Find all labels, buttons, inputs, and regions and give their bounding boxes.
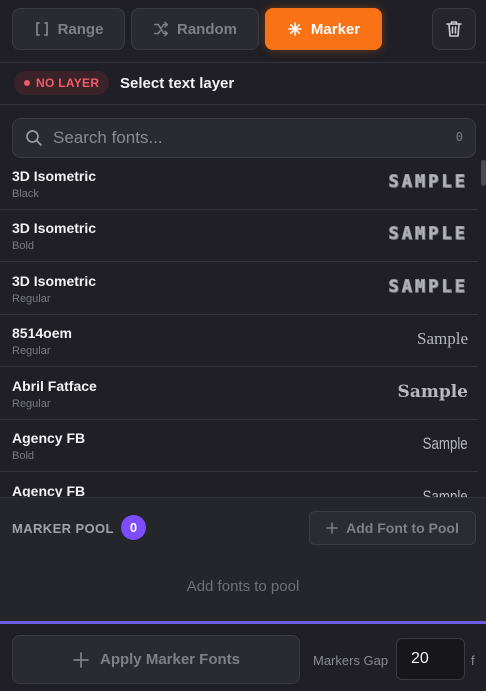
font-sample: SAMPLE <box>388 277 468 298</box>
font-name: Agency FB <box>12 483 86 497</box>
sparkle-icon <box>287 21 303 37</box>
range-mode-label: Range <box>57 20 104 38</box>
font-list-item[interactable]: 8514oem Regular Sample <box>0 315 478 367</box>
font-sample: Sample <box>423 487 468 497</box>
font-name: Agency FB <box>12 430 86 446</box>
font-name: 3D Isometric <box>12 168 97 184</box>
plus-icon <box>326 522 338 534</box>
random-mode-label: Random <box>177 20 237 38</box>
marker-pool-title: MARKER POOL <box>12 521 114 536</box>
random-mode-button[interactable]: Random <box>131 8 259 50</box>
font-list-item[interactable]: Agency FB Bold Sample <box>0 420 478 472</box>
font-style: Regular <box>12 293 51 305</box>
layer-divider <box>0 104 486 105</box>
scrollbar-thumb[interactable] <box>481 160 486 186</box>
font-sample: Sample <box>397 382 468 402</box>
search-icon <box>25 129 43 147</box>
font-search-box: 0 <box>12 118 476 158</box>
range-mode-button[interactable]: Range <box>12 8 125 50</box>
font-list-item[interactable]: Agency FB Sample <box>0 473 478 497</box>
shuffle-icon <box>153 21 169 37</box>
trash-icon <box>444 19 464 39</box>
apply-marker-fonts-button[interactable]: Apply Marker Fonts <box>12 635 300 684</box>
no-layer-badge: NO LAYER <box>14 71 110 95</box>
status-dot-icon <box>24 80 30 86</box>
plus-icon <box>72 651 90 669</box>
marker-pool-count-badge: 0 <box>121 515 146 540</box>
font-list-item[interactable]: 3D Isometric Black SAMPLE <box>0 158 478 210</box>
layer-label: Select text layer <box>120 75 235 92</box>
font-search-input[interactable] <box>53 127 433 149</box>
markers-gap-label: Markers Gap <box>313 653 389 668</box>
font-list-item[interactable]: 3D Isometric Bold SAMPLE <box>0 210 478 262</box>
marker-mode-label: Marker <box>310 20 361 38</box>
marker-pool-panel: MARKER POOL 0 Add Font to Pool Add fonts… <box>0 497 486 621</box>
font-style: Regular <box>12 398 51 410</box>
font-list-scrollbar[interactable] <box>480 158 486 497</box>
font-style: Black <box>12 188 39 200</box>
font-sample: SAMPLE <box>388 224 468 245</box>
search-result-count: 0 <box>455 130 463 144</box>
no-layer-badge-text: NO LAYER <box>36 76 100 90</box>
font-sample: Sample <box>417 329 468 348</box>
font-name: 3D Isometric <box>12 220 97 236</box>
font-list-item[interactable]: 3D Isometric Regular SAMPLE <box>0 263 478 315</box>
font-name: Abril Fatface <box>12 378 97 394</box>
mode-toolbar: Range Random Marker <box>0 0 486 62</box>
marker-mode-button[interactable]: Marker <box>265 8 382 50</box>
brackets-icon <box>34 21 50 37</box>
font-sample: SAMPLE <box>388 172 468 193</box>
marker-pool-empty-text: Add fonts to pool <box>186 578 300 595</box>
font-style: Bold <box>12 450 35 462</box>
apply-marker-fonts-label: Apply Marker Fonts <box>99 651 241 668</box>
font-list-item[interactable]: Abril Fatface Regular Sample <box>0 368 478 420</box>
markers-gap-unit: f <box>471 653 475 668</box>
bottom-action-bar: Apply Marker Fonts Markers Gap f <box>0 624 486 691</box>
markers-gap-input[interactable] <box>396 638 465 680</box>
layer-status-row: NO LAYER Select text layer <box>0 63 486 104</box>
font-list[interactable]: 3D Isometric Black SAMPLE 3D Isometric B… <box>0 158 486 497</box>
add-font-to-pool-label: Add Font to Pool <box>346 520 459 536</box>
font-sample: Sample <box>423 434 468 453</box>
font-style: Regular <box>12 345 51 357</box>
font-name: 3D Isometric <box>12 273 97 289</box>
add-font-to-pool-button[interactable]: Add Font to Pool <box>309 511 476 545</box>
font-name: 8514oem <box>12 325 72 341</box>
clear-button[interactable] <box>432 8 476 50</box>
font-style: Bold <box>12 240 35 252</box>
